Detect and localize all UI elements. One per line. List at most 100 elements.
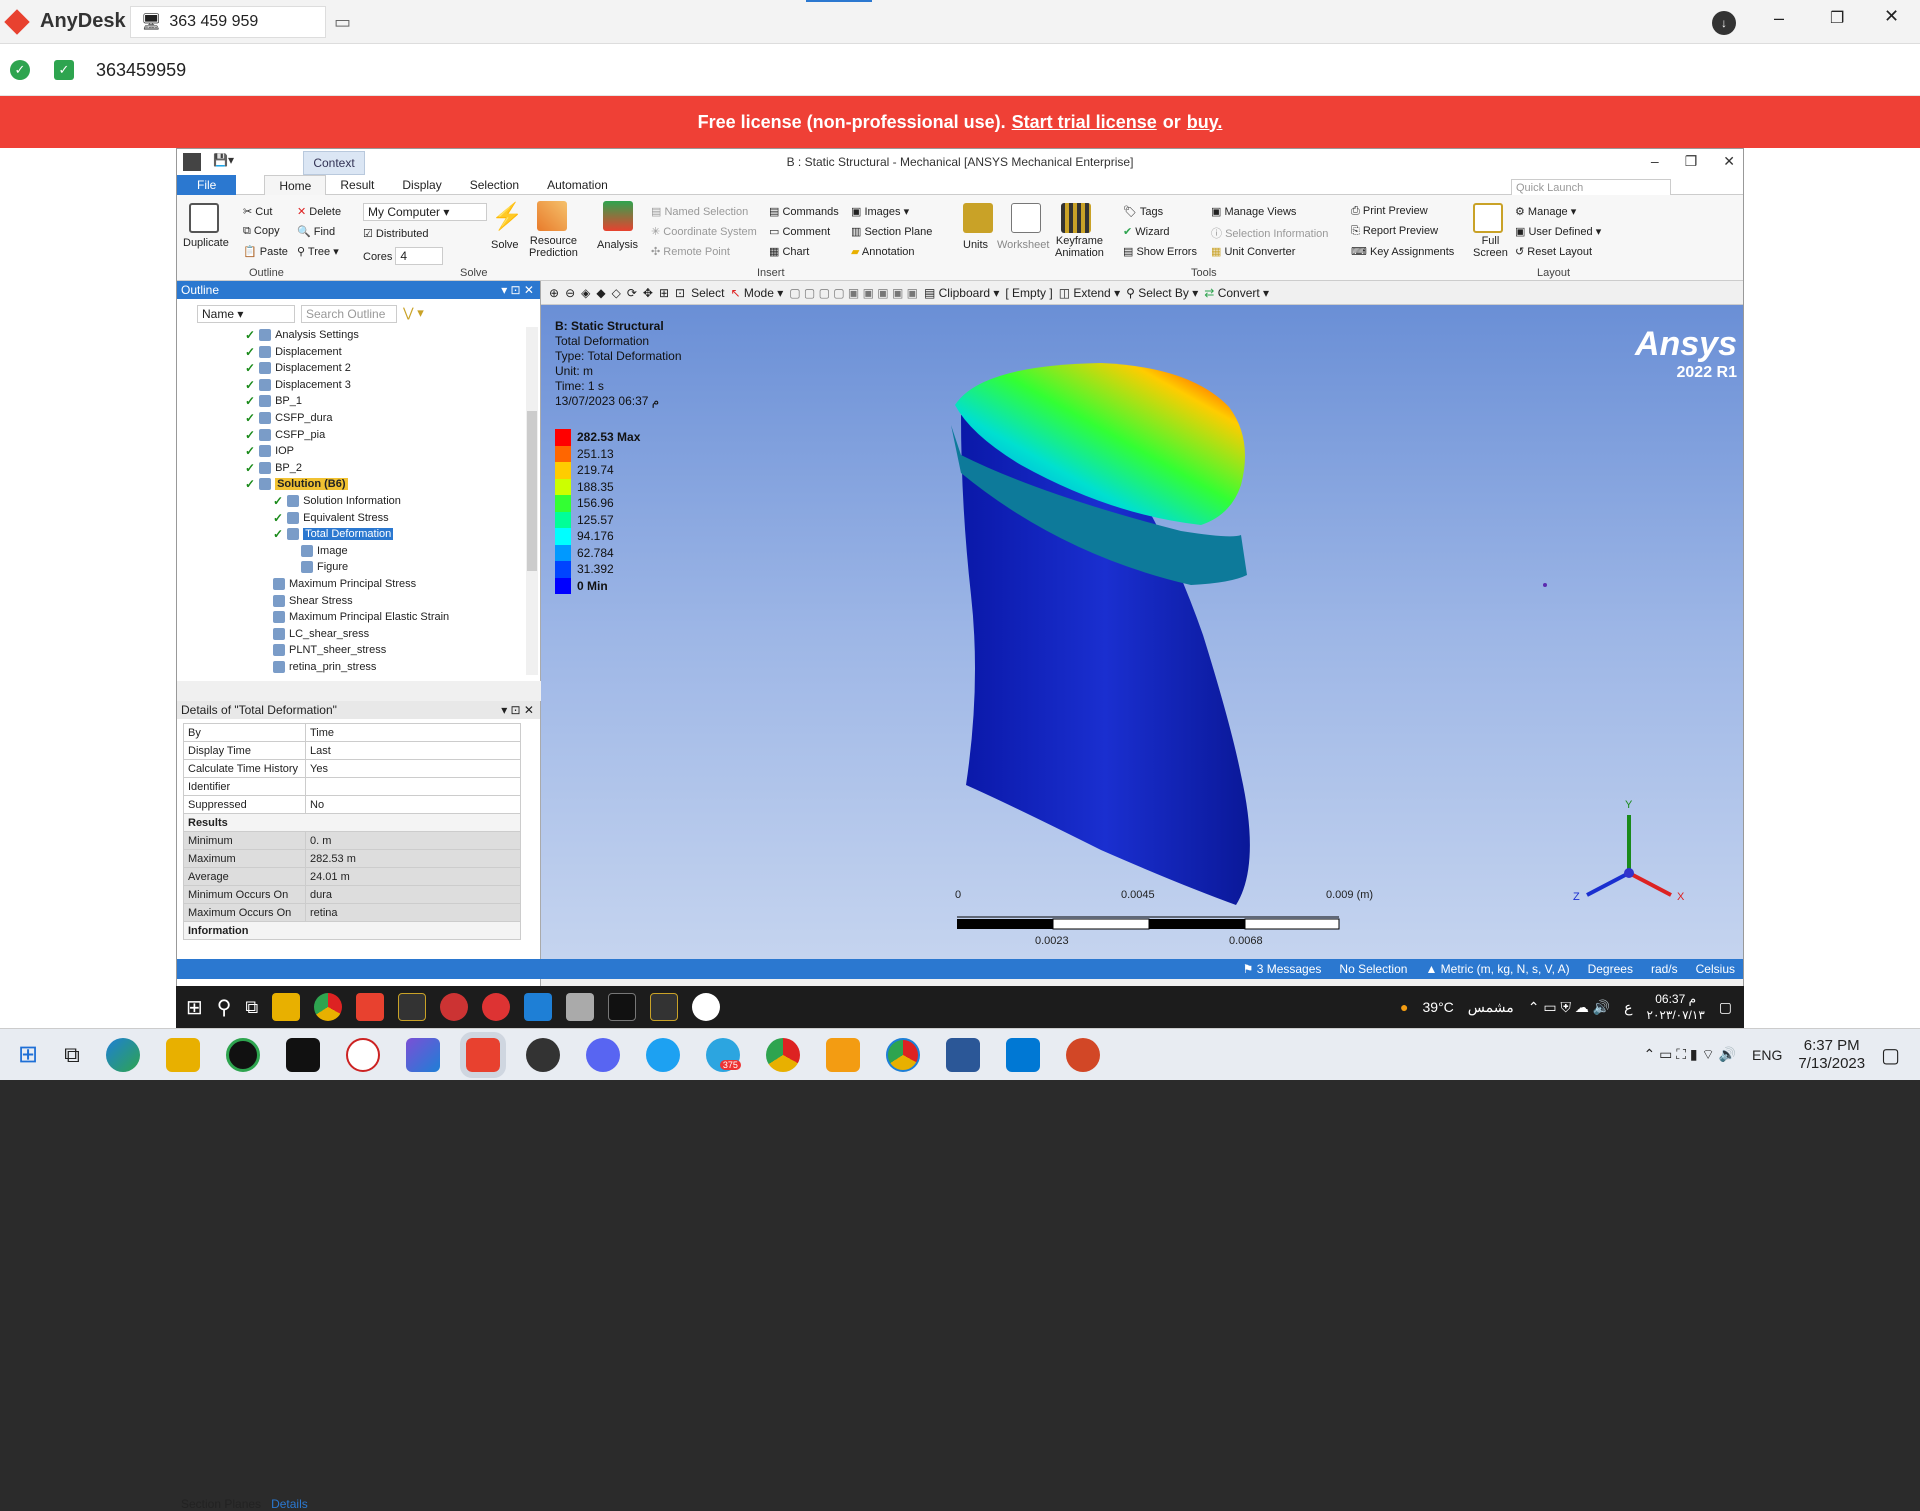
chrome-profile-icon[interactable] (885, 1037, 920, 1072)
name-filter[interactable]: Name ▾ (197, 305, 295, 323)
outline-search-input[interactable]: Search Outline (301, 305, 397, 323)
menu-display[interactable]: Display (388, 175, 455, 195)
chart-button[interactable]: ▦ Chart (769, 245, 809, 258)
session-tab[interactable]: 🖥 363 459 959 (130, 6, 326, 38)
zoom-in-icon[interactable]: ⊕ (549, 286, 559, 300)
zoom-box-icon[interactable]: ⊞ (659, 286, 669, 300)
details-row[interactable]: Calculate Time History Yes (183, 759, 521, 778)
remote-tray-icons[interactable]: ⌃ ▭ ⛨ ☁ 🔊 (1528, 999, 1610, 1016)
address-id[interactable]: 363459959 (96, 60, 186, 81)
iso-view-icon[interactable]: ◈ (581, 286, 590, 300)
anydesk-taskbar-icon[interactable] (459, 1031, 506, 1078)
github-icon[interactable] (525, 1037, 560, 1072)
named-selection-button[interactable]: ▤ Named Selection (651, 205, 748, 218)
tree-item[interactable]: Image (301, 543, 348, 559)
coordinate-system-button[interactable]: ✳ Coordinate System (651, 225, 757, 238)
images-button[interactable]: ▣ Images ▾ (851, 205, 909, 218)
remote-vscode-icon[interactable] (524, 993, 553, 1021)
details-result-row[interactable]: Average 24.01 m (183, 867, 521, 886)
results-section[interactable]: Results (183, 813, 521, 832)
tree-item[interactable]: ✓ Displacement 3 (245, 377, 351, 393)
tree-item[interactable]: ✓ Displacement (245, 344, 342, 360)
mail-icon[interactable] (1005, 1037, 1040, 1072)
win-minimize-icon[interactable]: – (1651, 153, 1659, 170)
tree-item[interactable]: Figure (301, 559, 348, 575)
details-value[interactable]: Yes (305, 759, 521, 778)
details-value[interactable]: 282.53 m (305, 849, 521, 868)
powerpoint-icon[interactable] (1065, 1037, 1100, 1072)
tree-item[interactable]: ✓ Displacement 2 (245, 360, 351, 376)
win-restore-icon[interactable]: ❐ (1685, 153, 1698, 170)
outline-scrollbar[interactable] (526, 327, 538, 675)
details-value[interactable]: 0. m (305, 831, 521, 850)
tree-item[interactable]: Shear Stress (273, 593, 353, 609)
manage-button[interactable]: ⚙ Manage ▾ (1515, 205, 1576, 218)
shaded-icon[interactable]: ◆ (596, 286, 605, 300)
clipboard-button[interactable]: ▤ Clipboard ▾ (924, 286, 999, 300)
remote-mechanical-icon[interactable] (650, 993, 679, 1021)
tree-item[interactable]: ✓ BP_1 (245, 393, 302, 409)
show-errors-button[interactable]: ▤ Show Errors (1123, 245, 1197, 258)
tree-item[interactable]: PLNT_sheer_stress (273, 642, 386, 658)
tab-details[interactable]: Details (271, 1497, 308, 1511)
copy-button[interactable]: ⧉ Copy (243, 225, 280, 238)
keyframe-animation-button[interactable]: Keyframe Animation (1055, 235, 1104, 259)
details-value[interactable]: Time (305, 723, 521, 742)
start-trial-link[interactable]: Start trial license (1012, 112, 1157, 133)
remote-taskview-icon[interactable]: ⧉ (245, 997, 258, 1018)
details-pin-icon[interactable]: ▾ ⊡ ✕ (501, 701, 534, 719)
tree-item[interactable]: Maximum Principal Elastic Strain (273, 609, 449, 625)
commands-button[interactable]: ▤ Commands (769, 205, 839, 218)
tree-item[interactable]: ✓ Total Deformation (273, 526, 394, 542)
rotational-unit[interactable]: rad/s (1651, 962, 1678, 976)
pan-icon[interactable]: ✥ (643, 286, 653, 300)
tree-item[interactable]: ✓ IOP (245, 443, 294, 459)
start-icon[interactable]: ⊞ (18, 1040, 38, 1069)
tree-item[interactable]: ✓ CSFP_pia (245, 427, 325, 443)
tree-item[interactable]: ✓ Solution (B6) (245, 476, 348, 492)
unit-system[interactable]: ▲ Metric (m, kg, N, s, V, A) (1425, 962, 1569, 976)
duplicate-button[interactable]: Duplicate (183, 237, 229, 249)
notification-icon[interactable]: ▢ (1881, 1043, 1900, 1068)
discord-icon[interactable] (585, 1037, 620, 1072)
units-button[interactable]: Units (963, 239, 988, 251)
details-result-row[interactable]: Maximum Occurs On retina (183, 903, 521, 922)
outline-scroll-thumb[interactable] (527, 411, 537, 571)
buy-link[interactable]: buy. (1187, 112, 1223, 133)
menu-file[interactable]: File (177, 174, 237, 195)
angle-unit[interactable]: Degrees (1588, 962, 1633, 976)
tree-item[interactable]: Maximum Principal Stress (273, 576, 416, 592)
comment-button[interactable]: ▭ Comment (769, 225, 830, 238)
remote-teamviewer-icon[interactable] (692, 993, 721, 1021)
context-tab[interactable]: Context (303, 151, 365, 175)
remote-explorer-icon[interactable] (272, 993, 301, 1021)
rotate-icon[interactable]: ⟳ (627, 286, 637, 300)
resource-prediction-button[interactable]: Resource Prediction (529, 235, 578, 259)
win-close-icon[interactable]: ✕ (1723, 153, 1735, 170)
new-session-icon[interactable]: ▭ (334, 12, 351, 33)
panel-pin-icon[interactable]: ▾ ⊡ ✕ (501, 281, 534, 299)
minimize-icon[interactable]: – (1774, 8, 1784, 29)
section-plane-button[interactable]: ▥ Section Plane (851, 225, 932, 238)
remote-lang[interactable]: ع (1624, 999, 1632, 1016)
word-icon[interactable] (945, 1037, 980, 1072)
analysis-button[interactable]: Analysis (597, 239, 638, 251)
tree-item[interactable]: LC_shear_sress (273, 626, 369, 642)
worksheet-button[interactable]: Worksheet (997, 239, 1049, 251)
convert-button[interactable]: ⇄ Convert ▾ (1204, 286, 1269, 300)
tags-button[interactable]: 🏷 Tags (1123, 205, 1163, 218)
computer-select[interactable]: My Computer ▾ (363, 203, 487, 221)
select-by-button[interactable]: ⚲ Select By ▾ (1126, 286, 1198, 300)
remote-app-icon[interactable] (440, 993, 469, 1021)
messages-indicator[interactable]: ⚑ 3 Messages (1243, 962, 1322, 976)
paste-button[interactable]: 📋 Paste (243, 245, 288, 258)
telegram-icon[interactable]: 375 (705, 1037, 741, 1072)
menu-selection[interactable]: Selection (456, 175, 533, 195)
bird-app-icon[interactable] (645, 1037, 680, 1072)
model-canvas[interactable] (541, 305, 1743, 959)
details-value[interactable]: 24.01 m (305, 867, 521, 886)
remote-point-button[interactable]: ✣ Remote Point (651, 245, 730, 258)
annotation-button[interactable]: ▰ Annotation (851, 245, 915, 258)
user-defined-button[interactable]: ▣ User Defined ▾ (1515, 225, 1601, 238)
details-value[interactable]: retina (305, 903, 521, 922)
